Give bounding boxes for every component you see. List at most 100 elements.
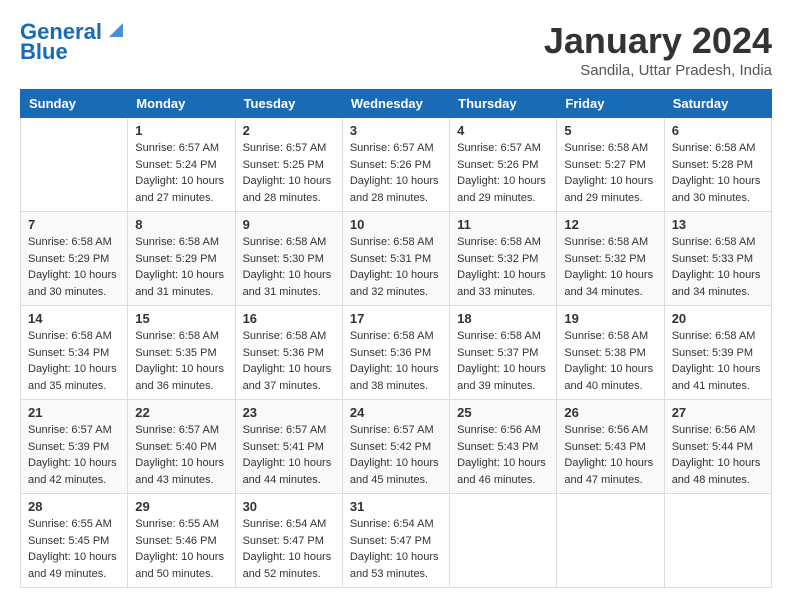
day-number: 30 [243, 499, 335, 514]
calendar-header-thursday: Thursday [450, 90, 557, 118]
logo-icon [105, 19, 127, 41]
daylight-text: Daylight: 10 hours and 29 minutes. [457, 175, 546, 204]
day-info: Sunrise: 6:55 AM Sunset: 5:45 PM Dayligh… [28, 516, 120, 582]
daylight-text: Daylight: 10 hours and 34 minutes. [564, 269, 653, 298]
sunrise-text: Sunrise: 6:58 AM [350, 330, 434, 342]
sunrise-text: Sunrise: 6:58 AM [457, 236, 541, 248]
day-info: Sunrise: 6:57 AM Sunset: 5:26 PM Dayligh… [457, 140, 549, 206]
day-info: Sunrise: 6:56 AM Sunset: 5:43 PM Dayligh… [457, 422, 549, 488]
daylight-text: Daylight: 10 hours and 37 minutes. [243, 363, 332, 392]
sunset-text: Sunset: 5:28 PM [672, 159, 753, 171]
day-info: Sunrise: 6:58 AM Sunset: 5:32 PM Dayligh… [564, 234, 656, 300]
day-number: 17 [350, 311, 442, 326]
day-info: Sunrise: 6:54 AM Sunset: 5:47 PM Dayligh… [350, 516, 442, 582]
day-number: 2 [243, 123, 335, 138]
sunrise-text: Sunrise: 6:57 AM [243, 424, 327, 436]
daylight-text: Daylight: 10 hours and 43 minutes. [135, 457, 224, 486]
day-number: 18 [457, 311, 549, 326]
daylight-text: Daylight: 10 hours and 53 minutes. [350, 551, 439, 580]
calendar-cell: 14 Sunrise: 6:58 AM Sunset: 5:34 PM Dayl… [21, 306, 128, 400]
day-number: 9 [243, 217, 335, 232]
sunrise-text: Sunrise: 6:58 AM [564, 142, 648, 154]
sunset-text: Sunset: 5:47 PM [243, 535, 324, 547]
calendar-cell: 29 Sunrise: 6:55 AM Sunset: 5:46 PM Dayl… [128, 494, 235, 588]
sunset-text: Sunset: 5:25 PM [243, 159, 324, 171]
sunrise-text: Sunrise: 6:56 AM [457, 424, 541, 436]
sunrise-text: Sunrise: 6:57 AM [243, 142, 327, 154]
daylight-text: Daylight: 10 hours and 48 minutes. [672, 457, 761, 486]
calendar-header-saturday: Saturday [664, 90, 771, 118]
sunrise-text: Sunrise: 6:56 AM [564, 424, 648, 436]
calendar-cell: 7 Sunrise: 6:58 AM Sunset: 5:29 PM Dayli… [21, 212, 128, 306]
sunset-text: Sunset: 5:35 PM [135, 347, 216, 359]
calendar-cell: 1 Sunrise: 6:57 AM Sunset: 5:24 PM Dayli… [128, 118, 235, 212]
calendar-week-5: 28 Sunrise: 6:55 AM Sunset: 5:45 PM Dayl… [21, 494, 772, 588]
day-number: 13 [672, 217, 764, 232]
calendar-cell: 11 Sunrise: 6:58 AM Sunset: 5:32 PM Dayl… [450, 212, 557, 306]
sunset-text: Sunset: 5:46 PM [135, 535, 216, 547]
day-number: 19 [564, 311, 656, 326]
day-info: Sunrise: 6:57 AM Sunset: 5:42 PM Dayligh… [350, 422, 442, 488]
sunrise-text: Sunrise: 6:57 AM [135, 142, 219, 154]
day-info: Sunrise: 6:54 AM Sunset: 5:47 PM Dayligh… [243, 516, 335, 582]
sunrise-text: Sunrise: 6:55 AM [28, 518, 112, 530]
daylight-text: Daylight: 10 hours and 52 minutes. [243, 551, 332, 580]
sunrise-text: Sunrise: 6:57 AM [457, 142, 541, 154]
calendar-header-sunday: Sunday [21, 90, 128, 118]
day-number: 21 [28, 405, 120, 420]
day-info: Sunrise: 6:58 AM Sunset: 5:27 PM Dayligh… [564, 140, 656, 206]
calendar-cell [450, 494, 557, 588]
day-info: Sunrise: 6:57 AM Sunset: 5:39 PM Dayligh… [28, 422, 120, 488]
daylight-text: Daylight: 10 hours and 36 minutes. [135, 363, 224, 392]
day-info: Sunrise: 6:58 AM Sunset: 5:34 PM Dayligh… [28, 328, 120, 394]
sunset-text: Sunset: 5:39 PM [28, 441, 109, 453]
day-number: 8 [135, 217, 227, 232]
day-info: Sunrise: 6:56 AM Sunset: 5:44 PM Dayligh… [672, 422, 764, 488]
sunset-text: Sunset: 5:27 PM [564, 159, 645, 171]
sunset-text: Sunset: 5:40 PM [135, 441, 216, 453]
calendar-cell: 24 Sunrise: 6:57 AM Sunset: 5:42 PM Dayl… [342, 400, 449, 494]
calendar-cell: 28 Sunrise: 6:55 AM Sunset: 5:45 PM Dayl… [21, 494, 128, 588]
calendar-cell: 31 Sunrise: 6:54 AM Sunset: 5:47 PM Dayl… [342, 494, 449, 588]
daylight-text: Daylight: 10 hours and 50 minutes. [135, 551, 224, 580]
day-number: 12 [564, 217, 656, 232]
daylight-text: Daylight: 10 hours and 40 minutes. [564, 363, 653, 392]
day-number: 14 [28, 311, 120, 326]
sunset-text: Sunset: 5:32 PM [564, 253, 645, 265]
calendar-cell: 22 Sunrise: 6:57 AM Sunset: 5:40 PM Dayl… [128, 400, 235, 494]
sunset-text: Sunset: 5:30 PM [243, 253, 324, 265]
day-number: 15 [135, 311, 227, 326]
sunrise-text: Sunrise: 6:54 AM [350, 518, 434, 530]
logo-text-blue: Blue [20, 40, 68, 64]
day-number: 28 [28, 499, 120, 514]
sunset-text: Sunset: 5:36 PM [243, 347, 324, 359]
sunrise-text: Sunrise: 6:57 AM [350, 142, 434, 154]
sunrise-text: Sunrise: 6:55 AM [135, 518, 219, 530]
sunrise-text: Sunrise: 6:58 AM [350, 236, 434, 248]
calendar-cell: 2 Sunrise: 6:57 AM Sunset: 5:25 PM Dayli… [235, 118, 342, 212]
sunrise-text: Sunrise: 6:58 AM [564, 236, 648, 248]
day-info: Sunrise: 6:57 AM Sunset: 5:41 PM Dayligh… [243, 422, 335, 488]
calendar-table: SundayMondayTuesdayWednesdayThursdayFrid… [20, 89, 772, 588]
sunrise-text: Sunrise: 6:57 AM [135, 424, 219, 436]
sunset-text: Sunset: 5:42 PM [350, 441, 431, 453]
logo: General Blue [20, 20, 127, 64]
day-info: Sunrise: 6:55 AM Sunset: 5:46 PM Dayligh… [135, 516, 227, 582]
daylight-text: Daylight: 10 hours and 45 minutes. [350, 457, 439, 486]
day-info: Sunrise: 6:57 AM Sunset: 5:26 PM Dayligh… [350, 140, 442, 206]
sunrise-text: Sunrise: 6:58 AM [564, 330, 648, 342]
day-info: Sunrise: 6:58 AM Sunset: 5:29 PM Dayligh… [28, 234, 120, 300]
sunset-text: Sunset: 5:29 PM [28, 253, 109, 265]
sunrise-text: Sunrise: 6:54 AM [243, 518, 327, 530]
day-number: 11 [457, 217, 549, 232]
daylight-text: Daylight: 10 hours and 42 minutes. [28, 457, 117, 486]
calendar-cell: 25 Sunrise: 6:56 AM Sunset: 5:43 PM Dayl… [450, 400, 557, 494]
day-info: Sunrise: 6:58 AM Sunset: 5:33 PM Dayligh… [672, 234, 764, 300]
day-info: Sunrise: 6:58 AM Sunset: 5:30 PM Dayligh… [243, 234, 335, 300]
calendar-cell: 12 Sunrise: 6:58 AM Sunset: 5:32 PM Dayl… [557, 212, 664, 306]
day-info: Sunrise: 6:58 AM Sunset: 5:28 PM Dayligh… [672, 140, 764, 206]
daylight-text: Daylight: 10 hours and 30 minutes. [28, 269, 117, 298]
sunset-text: Sunset: 5:44 PM [672, 441, 753, 453]
title-block: January 2024 Sandila, Uttar Pradesh, Ind… [544, 20, 772, 79]
calendar-cell: 18 Sunrise: 6:58 AM Sunset: 5:37 PM Dayl… [450, 306, 557, 400]
